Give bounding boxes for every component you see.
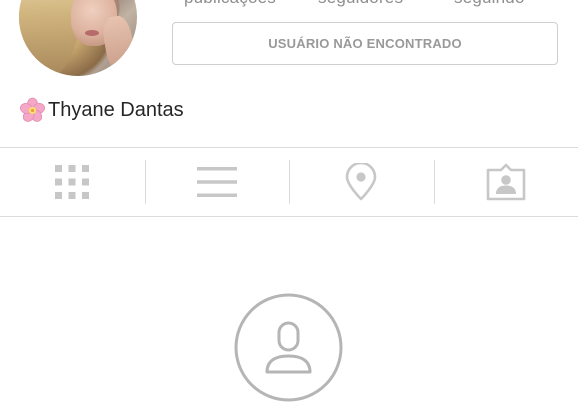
user-not-found-button[interactable]: USUÁRIO NÃO ENCONTRADO bbox=[172, 22, 558, 65]
person-circle-icon bbox=[234, 293, 343, 402]
profile-avatar[interactable] bbox=[19, 0, 137, 76]
tab-list[interactable] bbox=[144, 148, 290, 216]
location-pin-icon bbox=[345, 163, 377, 201]
profile-name: Thyane Dantas bbox=[48, 98, 184, 121]
tab-tagged[interactable] bbox=[433, 148, 578, 216]
tab-grid[interactable] bbox=[0, 148, 145, 216]
profile-tab-bar bbox=[0, 147, 578, 217]
list-icon bbox=[196, 167, 237, 197]
grid-icon bbox=[55, 165, 90, 199]
following-stat-label[interactable]: seguindo bbox=[454, 0, 525, 8]
tagged-person-icon bbox=[486, 163, 526, 201]
profile-name-row: Thyane Dantas bbox=[19, 97, 184, 123]
followers-stat-label[interactable]: seguidores bbox=[318, 0, 403, 8]
tab-location[interactable] bbox=[289, 148, 434, 216]
cherry-blossom-icon bbox=[19, 97, 46, 124]
avatar-hand bbox=[100, 13, 137, 75]
avatar-lips bbox=[85, 30, 99, 36]
profile-stats: publicações seguidores seguindo bbox=[172, 0, 558, 12]
posts-stat-label[interactable]: publicações bbox=[184, 0, 276, 8]
